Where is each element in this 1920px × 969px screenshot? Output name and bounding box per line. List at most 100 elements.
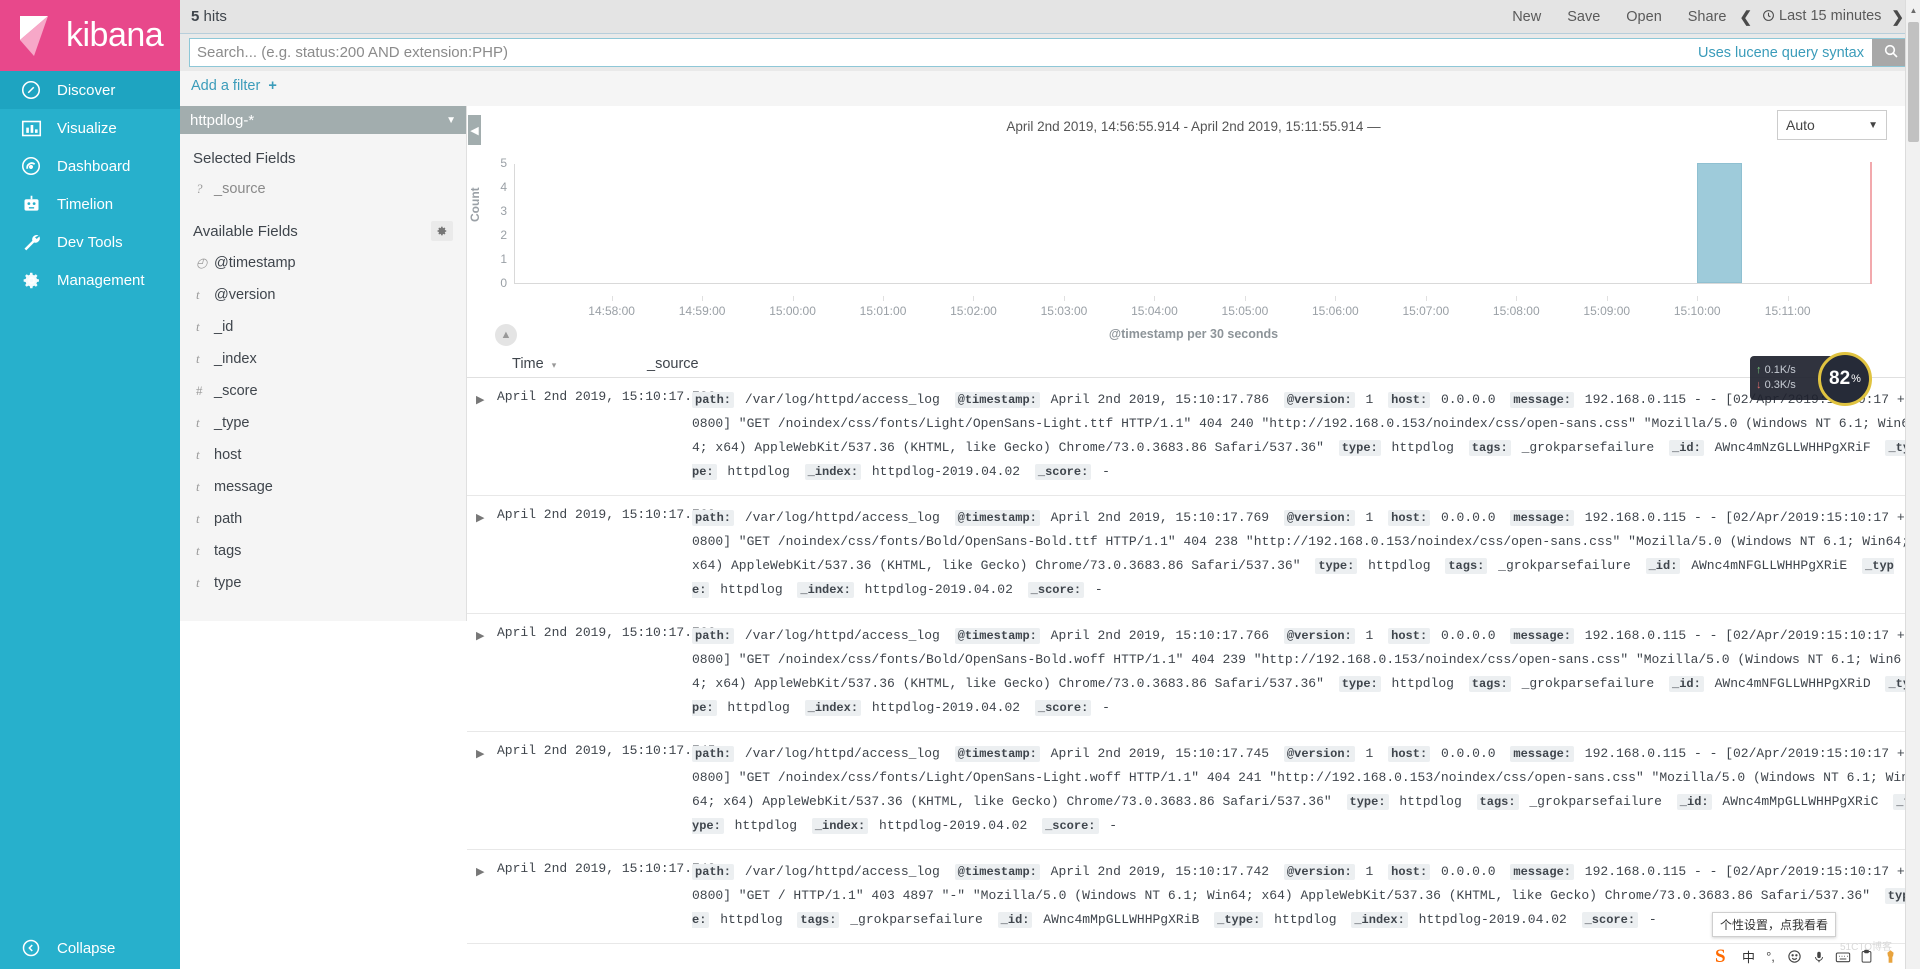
field-item-source[interactable]: ? _source: [180, 173, 466, 205]
field-key: _index:: [804, 464, 862, 480]
cell-source: path: /var/log/httpd/access_log @timesta…: [692, 388, 1920, 484]
new-button[interactable]: New: [1499, 9, 1554, 25]
interval-select[interactable]: Auto ▼: [1777, 110, 1887, 140]
field-item-path[interactable]: t path: [180, 503, 466, 535]
chevron-right-icon[interactable]: ▶: [476, 512, 484, 524]
sidebar-item-dev-tools[interactable]: Dev Tools: [0, 223, 180, 261]
field-value: AWnc4mMpGLLWHHPgXRiC: [1714, 794, 1887, 809]
chevron-right-icon[interactable]: ▶: [476, 394, 484, 406]
field-value: _grokparsefailure: [1521, 794, 1670, 809]
field-value: httpdlog-2019.04.02: [864, 464, 1028, 479]
field-item-timestamp[interactable]: ◴ @timestamp: [180, 247, 466, 279]
ime-mode-button[interactable]: 中: [1742, 947, 1755, 966]
field-value: 0.0.0.0: [1433, 510, 1504, 525]
kibana-logo[interactable]: kibana: [0, 0, 180, 71]
chart-x-tick: 15:03:00: [1040, 304, 1088, 318]
table-row[interactable]: ▶ April 2nd 2019, 15:10:17.786 path: /var/…: [467, 378, 1920, 496]
chart-x-gridline: [792, 296, 794, 301]
chart-x-tick: 15:01:00: [859, 304, 907, 318]
time-next-button[interactable]: ❯: [1891, 8, 1904, 26]
query-bar-wrapper: Uses lucene query syntax: [189, 38, 1911, 67]
index-pattern-selector[interactable]: httpdlog-* ▼: [180, 106, 466, 134]
share-button[interactable]: Share: [1675, 9, 1740, 25]
open-button[interactable]: Open: [1613, 9, 1674, 25]
chart-plot-area[interactable]: 14:58:00 14:59:00 15:00:00 15:01:00 15:02:00…: [514, 162, 1872, 341]
field-value: httpdlog: [1360, 558, 1439, 573]
sogou-logo-icon[interactable]: S: [1715, 947, 1735, 967]
sort-desc-icon[interactable]: ▾: [552, 360, 557, 370]
chart-x-gridline: [1606, 296, 1608, 301]
field-value: /var/log/httpd/access_log: [737, 864, 948, 879]
field-item-host[interactable]: t host: [180, 439, 466, 471]
filter-bar: Add a filter +: [180, 71, 1920, 106]
field-item-message[interactable]: t message: [180, 471, 466, 503]
sidebar-item-visualize[interactable]: Visualize: [0, 109, 180, 147]
field-key: @timestamp:: [954, 864, 1040, 880]
field-key: type:: [1338, 676, 1381, 692]
field-value: 1: [1357, 392, 1382, 407]
field-value: -: [1094, 700, 1110, 715]
histogram-panel: ◀ April 2nd 2019, 14:56:55.914 - April 2…: [467, 106, 1920, 346]
field-settings-gear-icon[interactable]: [431, 221, 453, 241]
chevron-left-circle-icon: [18, 935, 44, 961]
field-item-tags[interactable]: t tags: [180, 535, 466, 567]
emoji-icon[interactable]: [1786, 948, 1803, 965]
column-header-time[interactable]: Time ▾: [467, 356, 647, 372]
field-key: host:: [1388, 510, 1431, 526]
field-value: 0.0.0.0: [1433, 746, 1504, 761]
chart-x-gridline: [973, 296, 975, 301]
chart-bar[interactable]: [1697, 163, 1743, 283]
expand-row-cell: ▶: [467, 624, 497, 720]
chevron-right-icon[interactable]: ▶: [476, 748, 484, 760]
chart-x-gridline: [1516, 296, 1518, 301]
chart-x-axis-label: @timestamp per 30 seconds: [1108, 327, 1279, 341]
table-row[interactable]: ▶ April 2nd 2019, 15:10:17.766 path: /var/…: [467, 614, 1920, 732]
field-item-version[interactable]: t @version: [180, 279, 466, 311]
sidebar-item-label: Discover: [57, 81, 116, 99]
punctuation-icon[interactable]: °,: [1762, 948, 1779, 965]
time-range-button[interactable]: Last 15 minutes: [1762, 8, 1881, 26]
table-row[interactable]: ▶ April 2nd 2019, 15:10:17.769 path: /var/…: [467, 496, 1920, 614]
scrollbar-thumb[interactable]: [1908, 22, 1919, 142]
sidebar-item-management[interactable]: Management: [0, 261, 180, 299]
field-key: message:: [1510, 392, 1574, 408]
selected-fields-header: Selected Fields: [180, 134, 466, 173]
search-input[interactable]: [190, 39, 1690, 66]
time-prev-button[interactable]: ❮: [1739, 8, 1752, 26]
chart-x-gridline: [1697, 296, 1699, 301]
field-key: path:: [692, 628, 735, 644]
sidebar-item-discover[interactable]: Discover: [0, 71, 180, 109]
column-header-source[interactable]: _source: [647, 356, 699, 372]
sidebar-item-timelion[interactable]: Timelion: [0, 185, 180, 223]
field-name: _source: [214, 181, 266, 197]
table-row[interactable]: ▶ April 2nd 2019, 15:10:17.742 path: /var/…: [467, 850, 1920, 944]
field-item-type[interactable]: t type: [180, 567, 466, 599]
field-key: host:: [1388, 628, 1431, 644]
add-filter-button[interactable]: Add a filter +: [191, 78, 277, 94]
field-key: _type:: [1214, 912, 1264, 928]
sidebar-item-dashboard[interactable]: Dashboard: [0, 147, 180, 185]
lucene-syntax-link[interactable]: Uses lucene query syntax: [1689, 39, 1872, 66]
page-scrollbar[interactable]: ▲: [1905, 0, 1920, 969]
histogram-chart[interactable]: Count 012345 14:58:00 14:59:00 15:00:00 15:…: [467, 148, 1920, 346]
field-item-type[interactable]: t _type: [180, 407, 466, 439]
field-value: httpdlog: [1266, 912, 1345, 927]
field-item-index[interactable]: t _index: [180, 343, 466, 375]
field-type-icon: t: [196, 447, 200, 462]
field-value: April 2nd 2019, 15:10:17.786: [1042, 392, 1277, 407]
collapse-chart-button[interactable]: ▲: [495, 324, 517, 346]
chart-x-tick: 15:00:00: [769, 304, 816, 318]
table-row[interactable]: ▶ April 2nd 2019, 15:10:17.745 path: /var/…: [467, 732, 1920, 850]
field-item-score[interactable]: # _score: [180, 375, 466, 407]
dashboard-icon: [18, 153, 44, 179]
collapse-nav-button[interactable]: Collapse: [0, 927, 180, 969]
scroll-up-icon[interactable]: ▲: [1906, 2, 1920, 18]
chevron-right-icon[interactable]: ▶: [476, 866, 484, 878]
microphone-icon[interactable]: [1810, 948, 1827, 965]
chart-y-tick: 3: [500, 204, 507, 218]
chevron-right-icon[interactable]: ▶: [476, 630, 484, 642]
save-button[interactable]: Save: [1554, 9, 1613, 25]
field-item-id[interactable]: t _id: [180, 311, 466, 343]
field-type-icon: t: [196, 287, 200, 302]
table-header-row: Time ▾ _source: [467, 350, 1920, 378]
